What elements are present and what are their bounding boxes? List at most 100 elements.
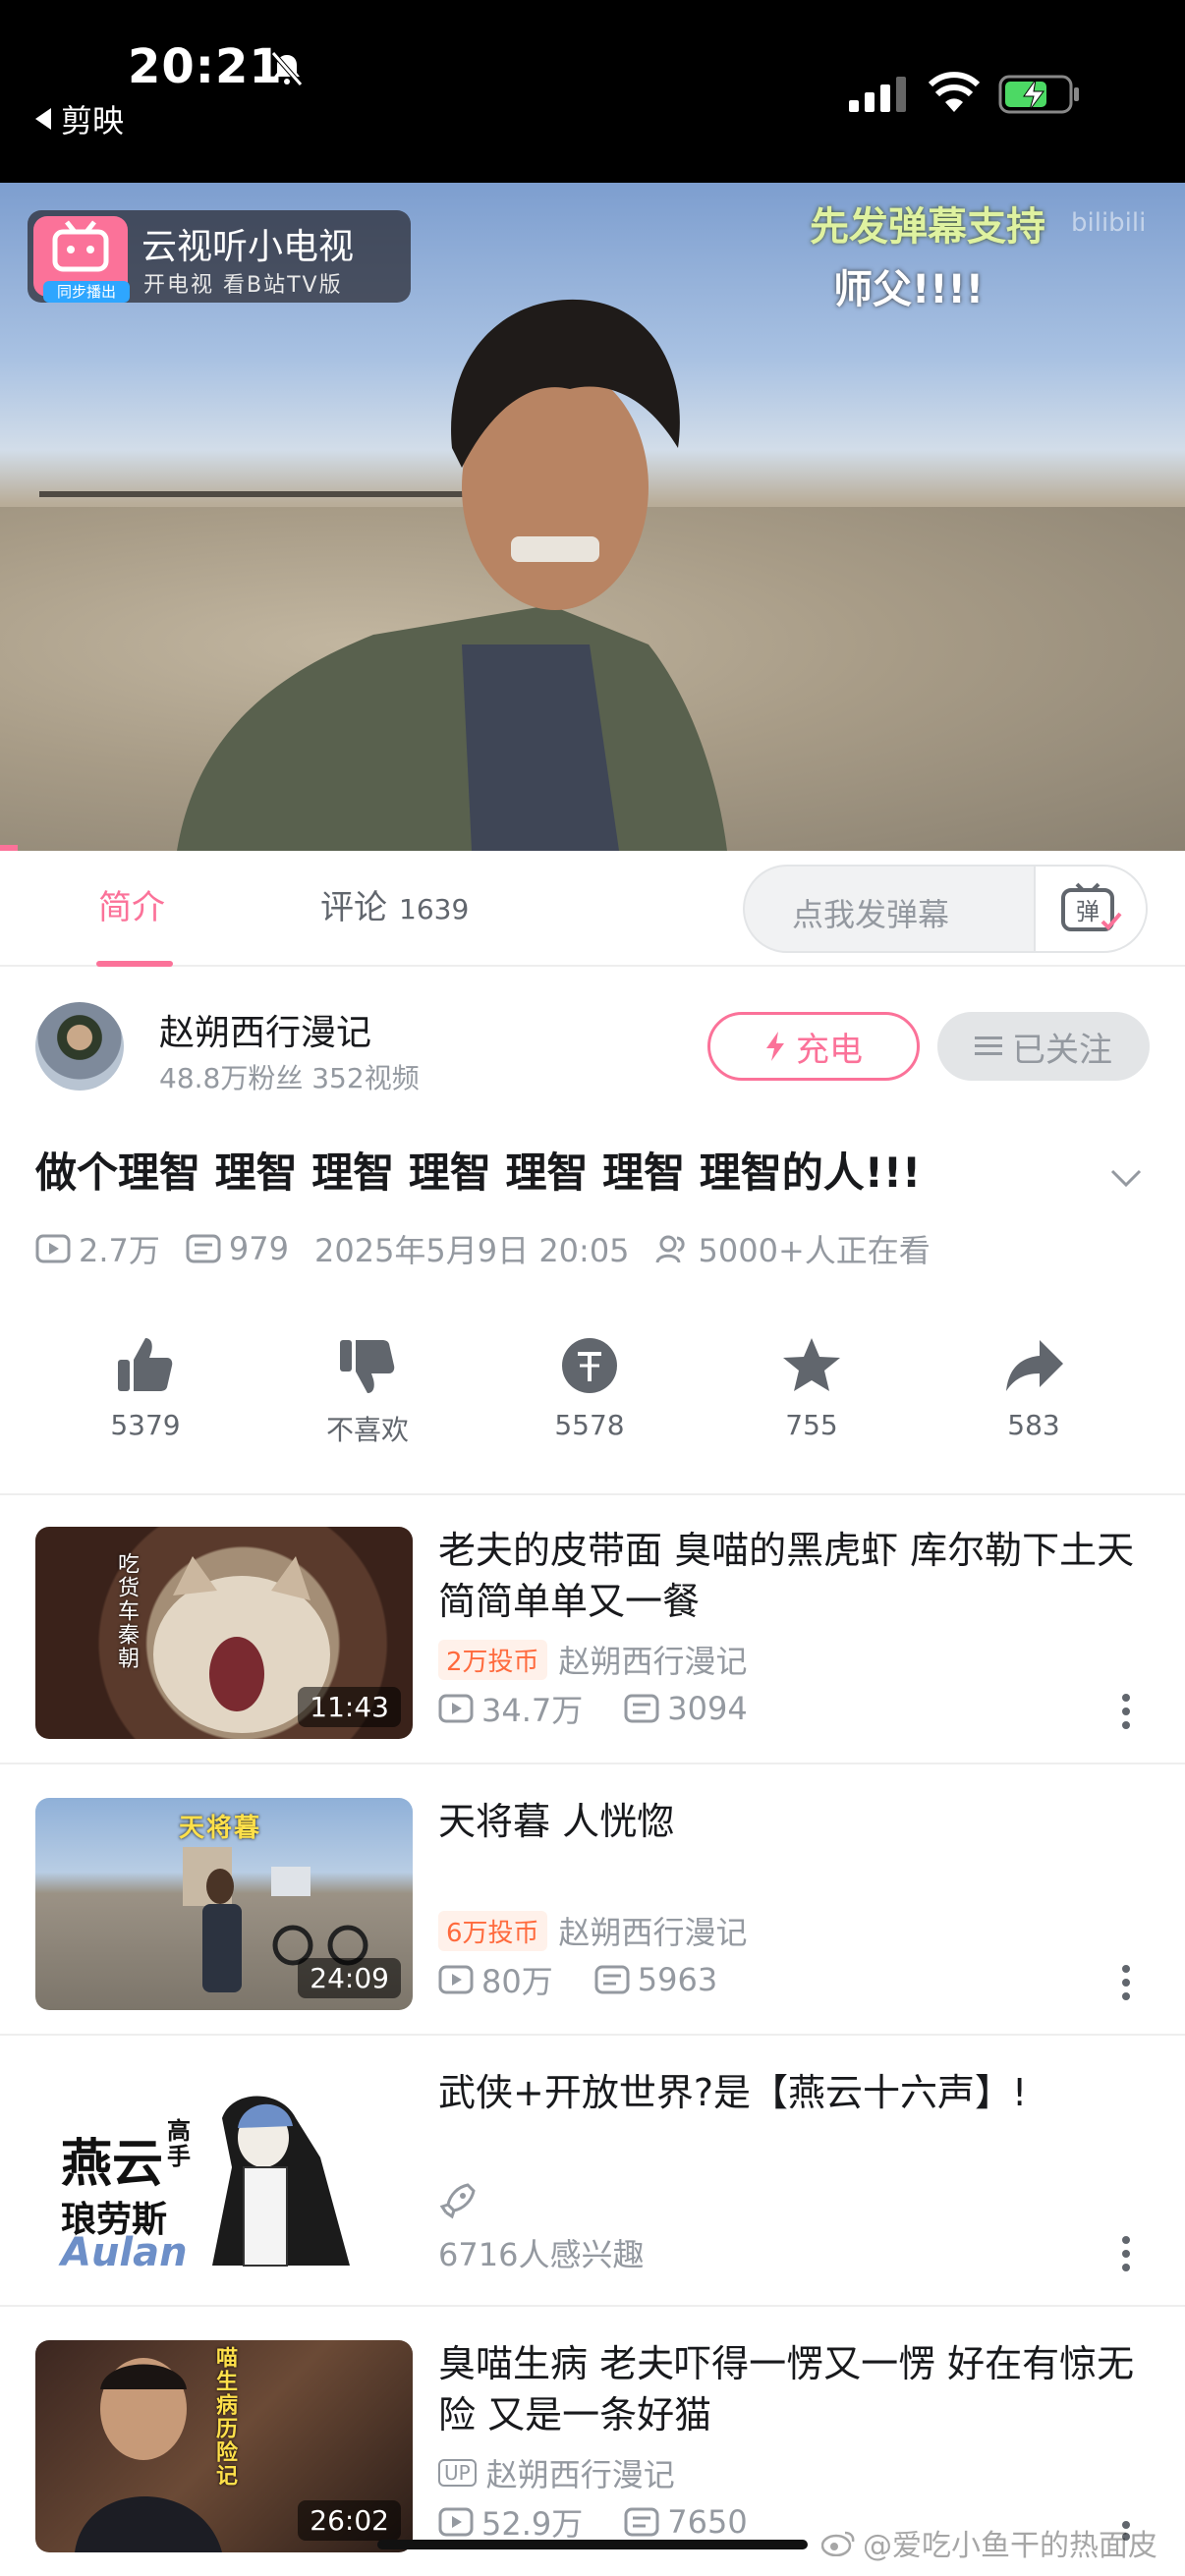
rec-video-title: 老夫的皮带面 臭喵的黑虎虾 库尔勒下土天 简简单单又一餐	[438, 1529, 1135, 1623]
thumbnail-caption: 喵生病历险记	[212, 2346, 237, 2488]
danmaku-toggle-button[interactable]: 弹	[1034, 867, 1146, 951]
avatar[interactable]	[35, 1002, 124, 1091]
home-indicator[interactable]	[377, 2540, 808, 2549]
watching-now: 5000+人正在看	[655, 1226, 931, 1271]
video-duration: 24:09	[298, 1958, 401, 1998]
rec-coin-author: 2万投币 赵朔西行漫记	[438, 1637, 748, 1682]
view-count: 2.7万	[35, 1226, 160, 1271]
favorite-count: 755	[785, 1409, 838, 1441]
game-title-art: 燕云	[61, 2135, 164, 2194]
rec-coin-author: 6万投币 赵朔西行漫记	[438, 1908, 748, 1953]
publish-time: 2025年5月9日 20:05	[313, 1232, 630, 1269]
more-vertical-icon[interactable]	[1116, 2234, 1136, 2273]
thumbnail-caption: 天将暮	[179, 1814, 262, 1843]
play-count-icon	[438, 2507, 474, 2537]
status-time: 20:21	[128, 39, 283, 94]
tab-intro[interactable]: 简介	[98, 880, 165, 928]
game-thumbnail[interactable]: 燕云 高手 琅劳斯 Aulan	[35, 2069, 413, 2281]
coin-tag: 6万投币	[438, 1910, 547, 1951]
tv-badge-title: 云视听小电视	[141, 227, 355, 267]
action-bar: 5379 不喜欢 5578 755 583	[0, 1316, 1185, 1464]
more-vertical-icon[interactable]	[1116, 1692, 1136, 1731]
video-duration: 26:02	[298, 2500, 401, 2541]
back-to-app[interactable]: 剪映	[35, 96, 124, 141]
list-item[interactable]: 吃货车秦朝 11:43 老夫的皮带面 臭喵的黑虎虾 库尔勒下土天 简简单单又一餐…	[0, 1495, 1185, 1764]
coin-icon	[562, 1338, 617, 1393]
danmaku-input-placeholder: 点我发弹幕	[792, 896, 950, 933]
rec-views: 34.7万	[481, 1692, 584, 1729]
danmaku-count-icon	[624, 1694, 659, 1723]
video-thumbnail[interactable]: 喵生病历险记 26:02	[35, 2340, 413, 2552]
charge-label: 充电	[796, 1030, 863, 1070]
tv-promo-badge[interactable]: 同步播出 云视听小电视 开电视 看B站TV版	[28, 210, 411, 303]
lightning-icon	[766, 1032, 784, 1061]
weibo-watermark-text: @爱吃小鱼干的热面皮	[863, 2529, 1157, 2563]
thumbs-up-icon	[118, 1338, 173, 1391]
up-badge: UP	[438, 2459, 477, 2487]
video-title: 做个理智 理智 理智 理智 理智 理智 理智的人!!!	[35, 1148, 922, 1197]
rec-danmaku: 7650	[667, 2503, 748, 2541]
favorite-button[interactable]: 755	[723, 1334, 900, 1441]
coin-button[interactable]: 5578	[501, 1334, 678, 1441]
list-item[interactable]: 天将暮 24:09 天将暮 人恍惚 6万投币 赵朔西行漫记 80万 5963	[0, 1766, 1185, 2036]
danmaku-count-icon	[594, 1965, 630, 1994]
share-count: 583	[1007, 1409, 1060, 1441]
detail-tabs: 简介 评论 1639 点我发弹幕 弹	[0, 851, 1185, 967]
bell-muted-icon	[271, 51, 303, 86]
uploader-row: 赵朔西行漫记 48.8万粉丝 352视频 充电 已关注	[0, 967, 1185, 1114]
rec-video-title: 武侠+开放世界?是【燕云十六声】!	[438, 2071, 1028, 2114]
status-bar: 20:21 剪映	[0, 0, 1185, 183]
video-player[interactable]: 同步播出 云视听小电视 开电视 看B站TV版 先发弹幕支持 师父!!!! bil…	[0, 183, 1185, 851]
video-thumbnail[interactable]: 天将暮 24:09	[35, 1798, 413, 2010]
danmaku-count: 979	[186, 1230, 289, 1267]
rec-author: 赵朔西行漫记	[485, 2456, 675, 2493]
bilibili-watermark: bilibili	[1071, 208, 1147, 238]
danmaku-button-label: 弹	[1076, 898, 1100, 925]
play-count-icon	[438, 1694, 474, 1723]
rec-interest: 6716人感兴趣	[438, 2230, 644, 2275]
cellular-signal-icon	[849, 77, 906, 112]
video-thumbnail[interactable]: 吃货车秦朝 11:43	[35, 1527, 413, 1739]
battery-charging-icon	[998, 75, 1079, 114]
share-arrow-icon	[1006, 1340, 1063, 1391]
uploader-stats: 48.8万粉丝 352视频	[159, 1062, 420, 1094]
view-count-value: 2.7万	[79, 1232, 160, 1269]
danmaku-tv-icon: 弹	[1061, 882, 1122, 931]
tv-logo-icon: 同步播出	[33, 216, 130, 303]
like-button[interactable]: 5379	[57, 1334, 234, 1441]
rec-stats: 52.9万 7650	[438, 2499, 748, 2545]
play-count-icon	[35, 1234, 71, 1263]
dislike-button[interactable]: 不喜欢	[279, 1334, 456, 1448]
rec-author: 赵朔西行漫记	[558, 1643, 748, 1680]
video-meta-row: 2.7万 979 2025年5月9日 20:05 5000+人正在看	[35, 1226, 956, 1271]
like-count: 5379	[110, 1409, 181, 1441]
danmaku-count-value: 979	[228, 1230, 289, 1267]
follow-button[interactable]: 已关注	[937, 1012, 1150, 1081]
tab-comments[interactable]: 评论 1639	[320, 880, 469, 928]
play-count-icon	[438, 1965, 474, 1994]
interest-count: 6716人感兴趣	[438, 2236, 645, 2273]
tv-badge-subtitle: 开电视 看B站TV版	[143, 273, 343, 298]
danmaku-count-icon	[624, 2507, 659, 2537]
danmaku-input[interactable]: 点我发弹幕 弹	[743, 865, 1148, 953]
share-button[interactable]: 583	[945, 1334, 1122, 1441]
rec-up-author: UP 赵朔西行漫记	[438, 2450, 675, 2495]
coin-count: 5578	[554, 1409, 625, 1441]
back-app-label: 剪映	[61, 102, 125, 140]
charge-button[interactable]: 充电	[707, 1012, 920, 1081]
weibo-logo-icon	[821, 2531, 855, 2556]
more-vertical-icon[interactable]	[1116, 1963, 1136, 2002]
rec-video-title: 天将暮 人恍惚	[438, 1800, 675, 1843]
back-arrow-icon	[35, 108, 51, 130]
rec-views: 80万	[481, 1963, 553, 2000]
chevron-down-icon[interactable]	[1104, 1155, 1148, 1199]
follow-label: 已关注	[1012, 1030, 1112, 1070]
coin-tag: 2万投币	[438, 1639, 547, 1680]
list-item[interactable]: 燕云 高手 琅劳斯 Aulan 武侠+开放世界?是【燕云十六声】! 6716人感…	[0, 2038, 1185, 2307]
game-brand-art: Aulan	[61, 2230, 188, 2275]
uploader-name[interactable]: 赵朔西行漫记	[159, 1004, 371, 1055]
thumbnail-caption: 吃货车秦朝	[114, 1552, 139, 1670]
comments-count: 1639	[399, 893, 470, 925]
danmaku-count-icon	[186, 1234, 221, 1263]
menu-lines-icon	[975, 1036, 1002, 1055]
